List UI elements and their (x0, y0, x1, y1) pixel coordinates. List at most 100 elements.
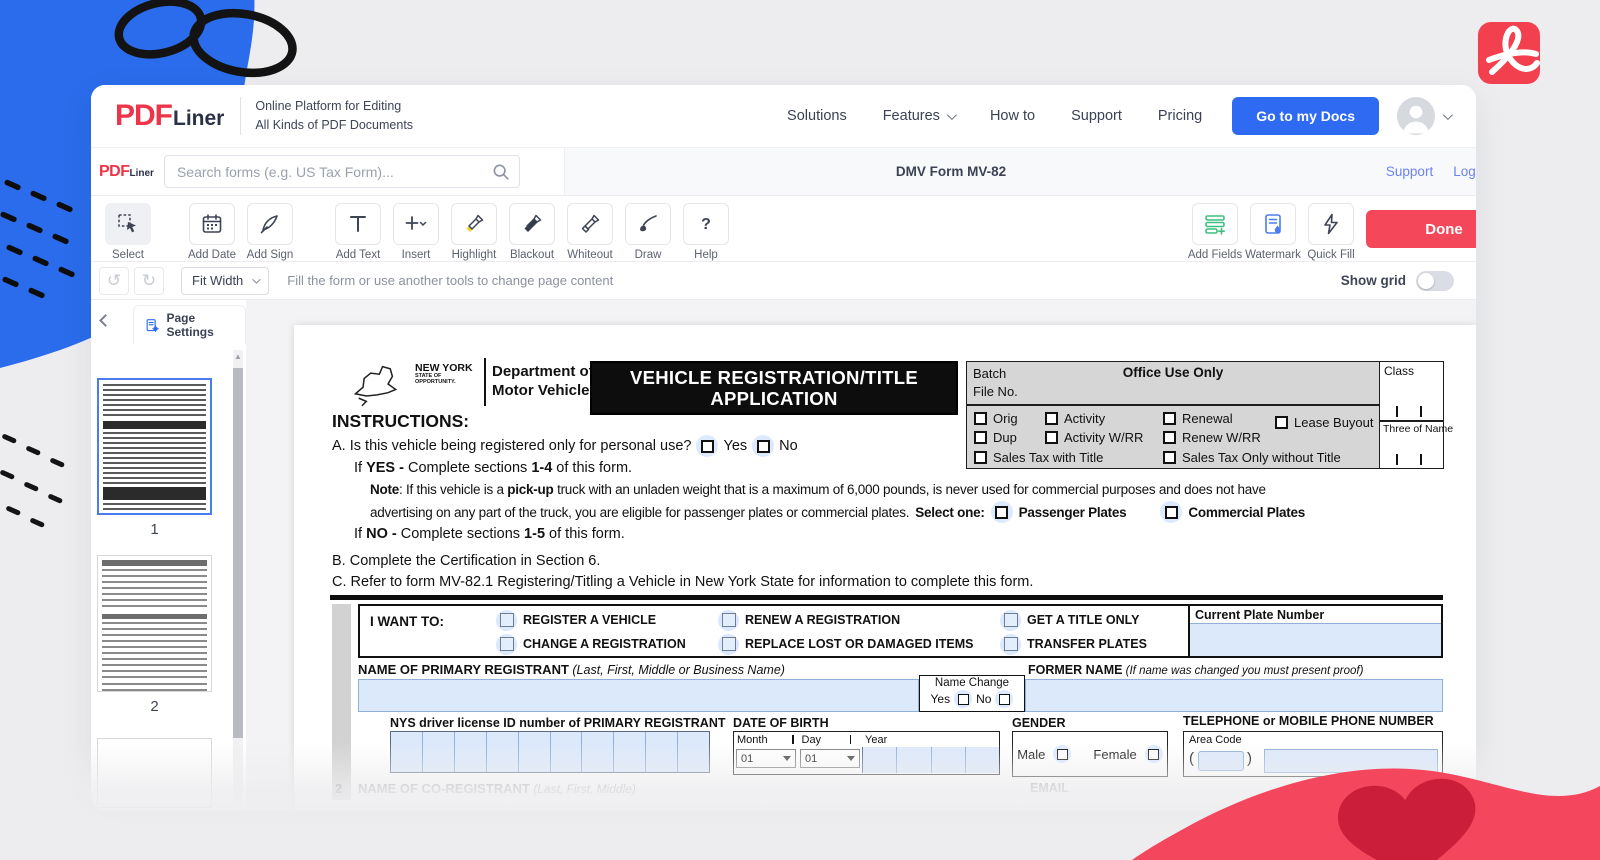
tool-help[interactable]: ? Help (677, 203, 735, 261)
office-check[interactable]: Sales Tax with Title (974, 450, 1103, 465)
page-number-2: 2 (97, 698, 212, 715)
user-icon (1397, 97, 1435, 135)
tool-quick-fill[interactable]: Quick Fill (1302, 203, 1360, 261)
file-no-label: File No. (973, 384, 1018, 399)
plus-icon (404, 212, 428, 236)
nav-support[interactable]: Support (1071, 108, 1122, 124)
search-icon[interactable] (491, 162, 511, 182)
chevron-down-icon (252, 275, 260, 283)
tool-add-text[interactable]: Add Text (329, 203, 387, 261)
nav-pricing[interactable]: Pricing (1158, 108, 1202, 124)
office-check[interactable]: Lease Buyout (1275, 415, 1374, 430)
search-input[interactable] (164, 155, 520, 188)
show-grid-label: Show grid (1341, 273, 1406, 288)
text-icon (346, 212, 370, 236)
support-link[interactable]: Support (1386, 164, 1433, 179)
pen-icon (258, 212, 282, 236)
commercial-plates-checkbox[interactable] (1160, 501, 1182, 523)
svg-text:?: ? (701, 216, 711, 233)
renew-registration-option[interactable]: RENEW A REGISTRATION (718, 610, 1000, 631)
passenger-plates-checkbox[interactable] (991, 501, 1013, 523)
page-thumbnail-1[interactable] (97, 378, 212, 515)
phone-label: TELEPHONE or MOBILE PHONE NUMBER (1183, 714, 1434, 728)
done-button[interactable]: Done (1366, 210, 1476, 248)
register-vehicle-option[interactable]: REGISTER A VEHICLE (496, 610, 718, 631)
tool-blackout[interactable]: Blackout (503, 203, 561, 261)
class-box: Class Three of Name (1380, 361, 1444, 469)
batch-label: Batch (973, 366, 1006, 381)
i-want-to-label: I WANT TO: (360, 606, 496, 656)
current-plate-field[interactable] (1190, 623, 1441, 656)
nav-solutions[interactable]: Solutions (787, 108, 847, 124)
watermark-icon (1261, 212, 1285, 236)
instruction-line-a: A. Is this vehicle being registered only… (332, 435, 798, 457)
name-change-box: Name Change Yes No (919, 675, 1025, 712)
office-check[interactable]: Dup (974, 430, 1017, 445)
no-checkbox[interactable] (752, 435, 774, 457)
office-check[interactable]: Renew W/RR (1163, 430, 1261, 445)
calendar-icon (200, 212, 224, 236)
tool-draw[interactable]: Draw (619, 203, 677, 261)
yes-checkbox[interactable] (696, 435, 718, 457)
pdfliner-logo-small[interactable]: PDF Liner (99, 163, 154, 181)
blackout-brush-icon (520, 212, 544, 236)
stage: PDF Liner Online Platform for Editing Al… (0, 0, 1600, 860)
chevron-down-icon[interactable] (1443, 110, 1453, 120)
search-zone: PDF Liner (91, 148, 565, 195)
get-title-only-option[interactable]: GET A TITLE ONLY (1000, 610, 1188, 631)
primary-name-field[interactable] (358, 679, 919, 712)
form-title-line2: APPLICATION (710, 388, 837, 409)
highlight-brush-icon (462, 212, 486, 236)
office-use-title: Office Use Only (967, 365, 1379, 380)
editor-hint: Fill the form or use another tools to ch… (287, 273, 613, 288)
chevron-down-icon (947, 110, 957, 120)
show-grid-toggle[interactable] (1416, 271, 1454, 291)
office-check[interactable]: Activity (1045, 411, 1105, 426)
name-change-yes-checkbox[interactable] (954, 690, 972, 708)
name-change-no-checkbox[interactable] (995, 690, 1013, 708)
tagline: Online Platform for Editing All Kinds of… (255, 97, 413, 136)
office-check[interactable]: Activity W/RR (1045, 430, 1143, 445)
tool-whiteout[interactable]: Whiteout (561, 203, 619, 261)
undo-button[interactable]: ↺ (99, 267, 129, 295)
nav-how-to[interactable]: How to (990, 108, 1035, 124)
office-check[interactable]: Sales Tax Only without Title (1163, 450, 1341, 465)
tool-watermark[interactable]: Watermark (1244, 203, 1302, 261)
form-title-box: VEHICLE REGISTRATION/TITLE APPLICATION (590, 361, 958, 415)
pdfliner-logo[interactable]: PDF Liner (115, 99, 224, 133)
main-nav: Solutions Features How to Support Pricin… (787, 108, 1202, 124)
page-thumbnail-2[interactable] (97, 555, 212, 692)
collapse-sidebar-icon[interactable] (99, 314, 112, 327)
zoom-mode-dropdown[interactable]: Fit Width (181, 267, 269, 295)
tool-highlight[interactable]: Highlight (445, 203, 503, 261)
logo-pdf-text: PDF (115, 99, 172, 133)
tool-select[interactable]: Select (99, 203, 157, 261)
scroll-up-icon[interactable]: ▲ (232, 352, 244, 361)
office-check[interactable]: Renewal (1163, 411, 1233, 426)
tool-add-sign[interactable]: Add Sign (241, 203, 299, 261)
transfer-plates-option[interactable]: TRANSFER PLATES (1000, 634, 1188, 655)
office-use-box: Office Use Only Batch File No. Orig Acti… (966, 361, 1380, 469)
tool-add-date[interactable]: Add Date (183, 203, 241, 261)
redo-button[interactable]: ↻ (134, 267, 164, 295)
former-name-field[interactable] (1025, 679, 1443, 712)
office-check[interactable]: Orig (974, 411, 1018, 426)
tool-add-fields[interactable]: Add Fields (1186, 203, 1244, 261)
nav-features[interactable]: Features (883, 108, 954, 124)
replace-items-option[interactable]: REPLACE LOST OR DAMAGED ITEMS (718, 634, 1000, 655)
document-bar: PDF Liner DMV Form MV-82 Support Log in (91, 148, 1476, 196)
whiteout-brush-icon (578, 212, 602, 236)
logo-divider (240, 97, 241, 135)
go-to-my-docs-button[interactable]: Go to my Docs (1232, 97, 1379, 135)
login-link[interactable]: Log in (1453, 164, 1476, 179)
instruction-line-b: B. Complete the Certification in Section… (332, 553, 600, 569)
change-registration-option[interactable]: CHANGE A REGISTRATION (496, 634, 718, 655)
document-title: DMV Form MV-82 (791, 148, 1111, 195)
page-settings-tab[interactable]: Page Settings (133, 305, 246, 344)
logo-divider (484, 358, 486, 406)
avatar[interactable] (1397, 97, 1435, 135)
tool-insert[interactable]: Insert (387, 203, 445, 261)
name-change-label: Name Change (920, 677, 1024, 689)
instruction-line-c: C. Refer to form MV-82.1 Registering/Tit… (332, 574, 1033, 590)
sidebar-scrollbar-thumb[interactable] (233, 368, 243, 738)
